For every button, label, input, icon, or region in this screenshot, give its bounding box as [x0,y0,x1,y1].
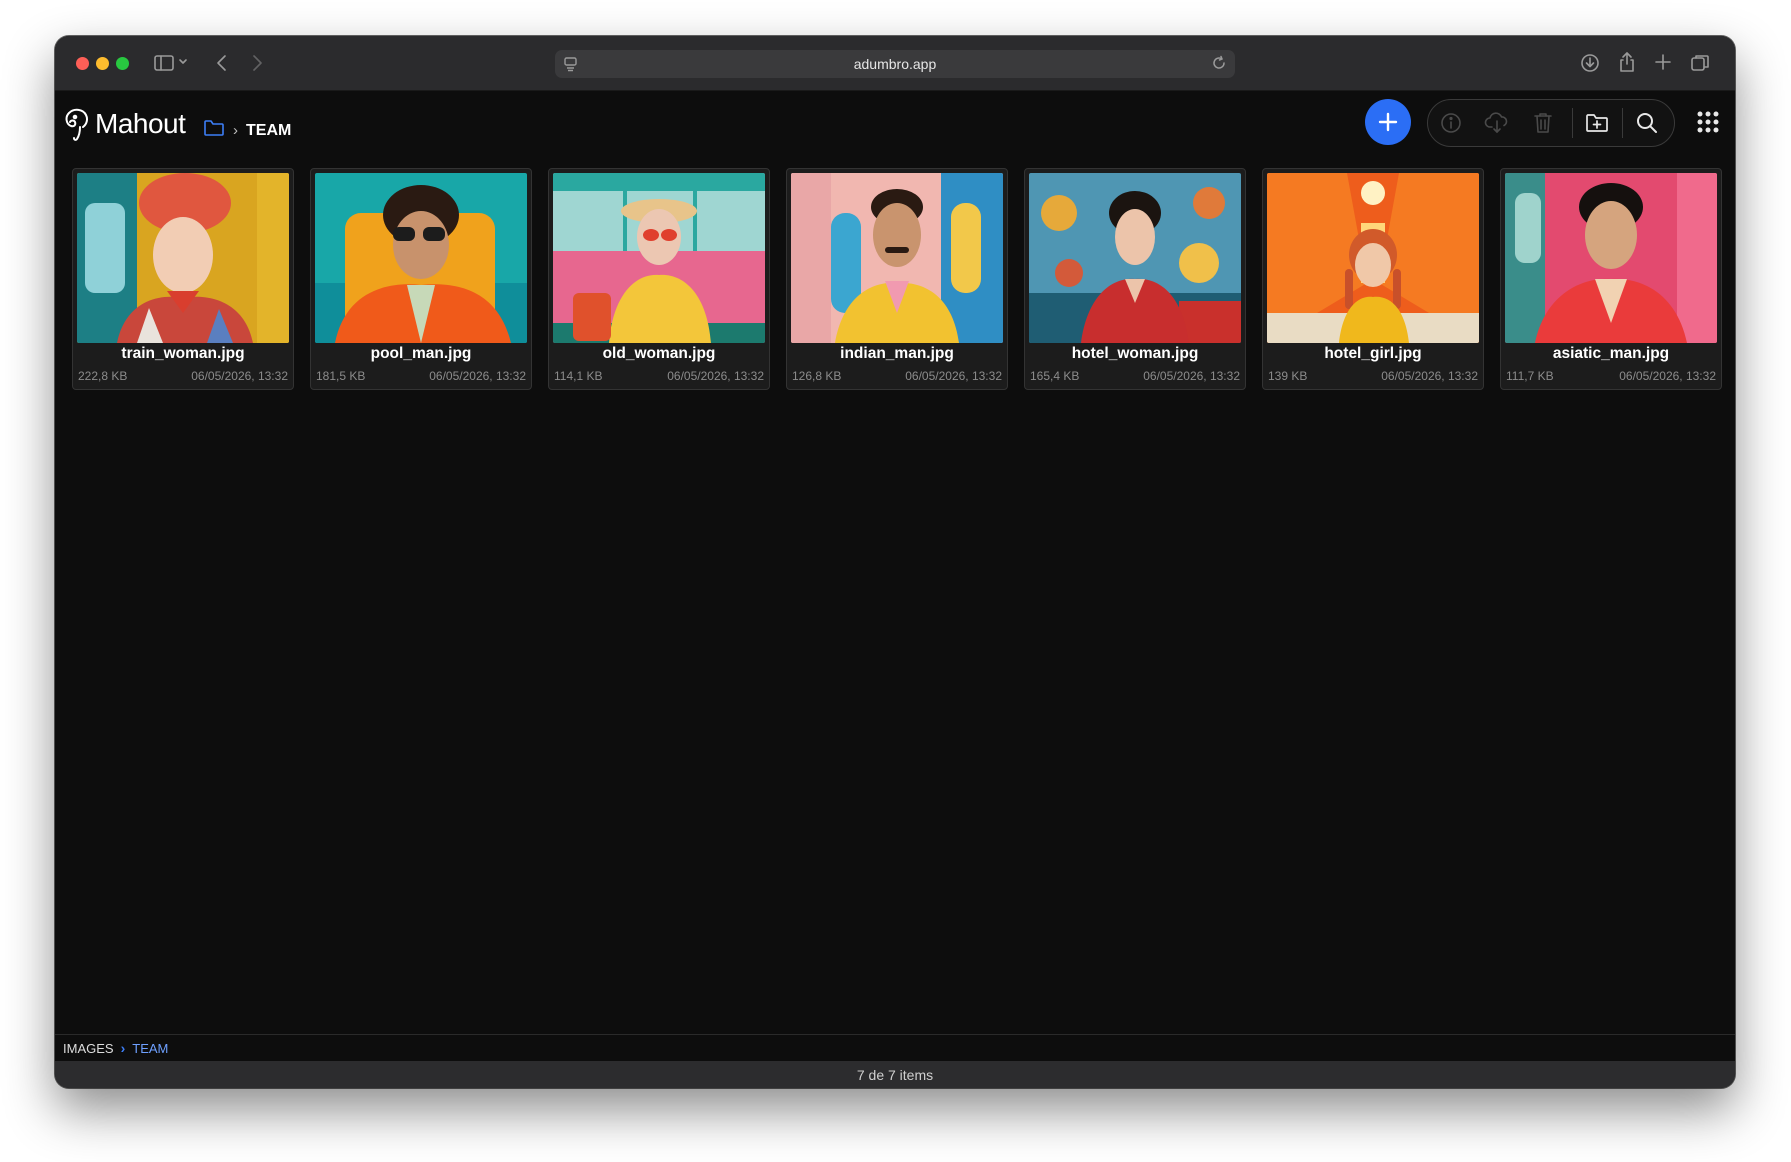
cloud-download-icon [1484,112,1508,133]
file-date: 06/05/2026, 13:32 [905,369,1002,383]
image-thumbnail[interactable] [1267,173,1479,343]
browser-titlebar: adumbro.app [55,36,1735,91]
file-size: 114,1 KB [554,369,603,383]
share-icon[interactable] [1616,51,1638,73]
file-name: indian_man.jpg [840,345,954,362]
back-arrow-icon[interactable] [215,53,229,73]
minimize-window-button[interactable] [96,57,109,70]
sidebar-toggle-icon[interactable] [153,53,175,73]
file-size: 165,4 KB [1030,369,1080,383]
file-date: 06/05/2026, 13:32 [429,369,526,383]
image-thumbnail[interactable] [77,173,289,343]
info-icon [1441,113,1461,133]
folder-icon[interactable] [203,119,225,142]
browser-window: adumbro.app Mahout › TEAM train_woman.jp… [55,36,1735,1088]
file-size: 222,8 KB [78,369,128,383]
image-thumbnail[interactable] [1029,173,1241,343]
toolbar-divider [1622,108,1623,138]
mahout-logo-icon [65,108,88,141]
file-date: 06/05/2026, 13:32 [1619,369,1716,383]
new-tab-icon[interactable] [1653,52,1673,72]
image-thumbnail[interactable] [553,173,765,343]
image-thumbnail[interactable] [791,173,1003,343]
chevron-right-icon: › [120,1040,126,1056]
image-thumbnail[interactable] [1505,173,1717,343]
search-icon [1637,113,1657,133]
add-button[interactable] [1365,99,1411,145]
file-name: train_woman.jpg [121,345,245,362]
file-size: 139 KB [1268,369,1308,383]
file-date: 06/05/2026, 13:32 [1381,369,1478,383]
download-button[interactable] [1474,100,1520,146]
page-menu-icon[interactable] [563,56,579,75]
file-card[interactable]: hotel_woman.jpg 165,4 KB 06/05/2026, 13:… [1024,168,1246,390]
file-card[interactable]: hotel_girl.jpg 139 KB 06/05/2026, 13:32 [1262,168,1484,390]
plus-icon [1378,112,1398,132]
reload-icon[interactable] [1211,55,1227,74]
new-folder-button[interactable] [1574,100,1620,146]
forward-arrow-icon[interactable] [250,53,264,73]
file-card[interactable]: old_woman.jpg 114,1 KB 06/05/2026, 13:32 [548,168,770,390]
info-button[interactable] [1428,100,1474,146]
file-size: 111,7 KB [1506,369,1554,383]
path-current-link[interactable]: TEAM [132,1041,168,1056]
file-actions-toolbar [1427,99,1675,147]
file-name: asiatic_man.jpg [1552,345,1670,362]
file-name: pool_man.jpg [370,345,472,362]
path-bar: IMAGES › TEAM [55,1034,1735,1061]
search-button[interactable] [1624,100,1670,146]
app-name: Mahout [95,108,186,139]
chevron-right-icon: › [233,122,238,139]
toolbar-divider [1572,108,1573,138]
folder-plus-icon [1586,114,1608,132]
current-folder-label[interactable]: TEAM [246,122,291,140]
url-text: adumbro.app [853,56,937,72]
file-date: 06/05/2026, 13:32 [667,369,764,383]
breadcrumb: › TEAM [203,119,291,142]
file-name: old_woman.jpg [602,345,716,362]
apps-menu-button[interactable] [1687,101,1729,143]
app-logo[interactable]: Mahout [63,105,186,143]
file-size: 181,5 KB [316,369,366,383]
image-thumbnail[interactable] [315,173,527,343]
close-window-button[interactable] [76,57,89,70]
file-card[interactable]: pool_man.jpg 181,5 KB 06/05/2026, 13:32 [310,168,532,390]
grid-icon [1697,111,1719,133]
item-count: 7 de 7 items [856,1066,934,1083]
file-date: 06/05/2026, 13:32 [191,369,288,383]
file-card[interactable]: asiatic_man.jpg 111,7 KB 06/05/2026, 13:… [1500,168,1722,390]
path-root-link[interactable]: IMAGES [63,1041,114,1056]
trash-icon [1534,113,1552,133]
file-name: hotel_woman.jpg [1071,345,1199,362]
address-bar[interactable]: adumbro.app [555,50,1235,78]
file-name: hotel_girl.jpg [1324,345,1422,362]
file-card[interactable]: indian_man.jpg 126,8 KB 06/05/2026, 13:3… [786,168,1008,390]
file-card[interactable]: train_woman.jpg 222,8 KB 06/05/2026, 13:… [72,168,294,390]
file-date: 06/05/2026, 13:32 [1143,369,1240,383]
file-size: 126,8 KB [792,369,842,383]
status-bar: 7 de 7 items [55,1061,1735,1088]
chevron-down-icon[interactable] [178,58,188,66]
delete-button[interactable] [1520,100,1566,146]
zoom-window-button[interactable] [116,57,129,70]
tab-overview-icon[interactable] [1689,52,1711,74]
downloads-icon[interactable] [1579,52,1601,74]
